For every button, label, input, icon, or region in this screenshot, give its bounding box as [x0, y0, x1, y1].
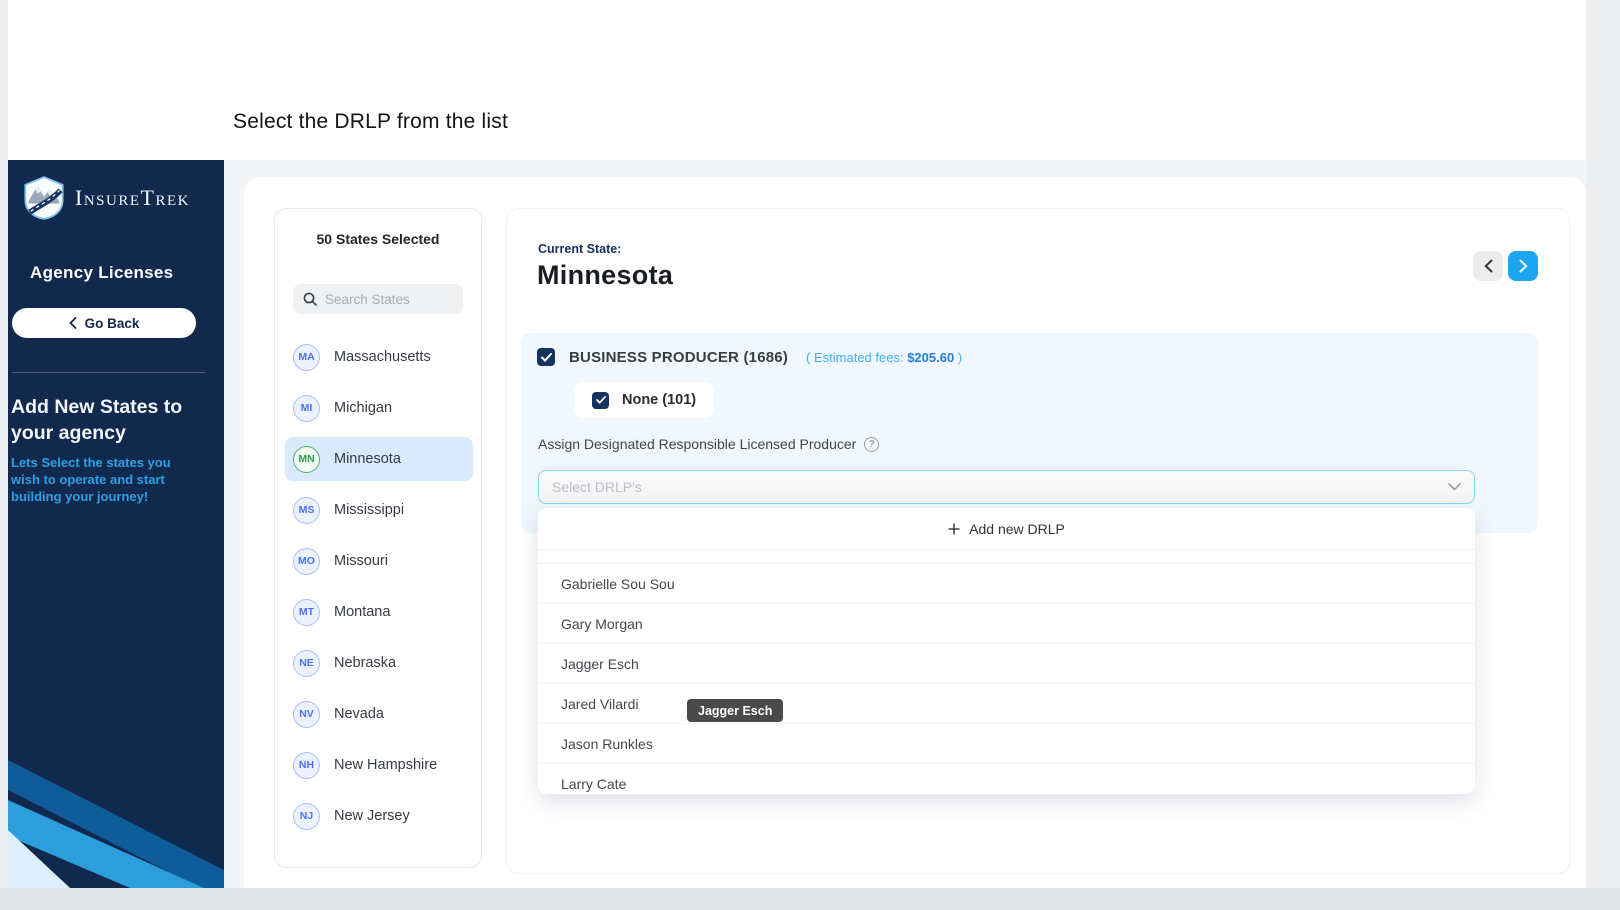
sidebar-decor-stripes [8, 760, 224, 888]
chevron-right-icon [1519, 259, 1528, 273]
add-new-drlp-label: Add new DRLP [969, 520, 1065, 537]
state-name-label: Massachusetts [334, 349, 431, 365]
state-code-badge: MA [293, 343, 320, 371]
brand-logo-row: InsureTrek [22, 176, 190, 220]
state-code-badge: NV [293, 700, 320, 728]
state-list-item[interactable]: MA Massachusetts [285, 335, 473, 379]
assign-drlp-row: Assign Designated Responsible Licensed P… [538, 436, 880, 452]
chevron-left-icon [1483, 259, 1492, 273]
fees-amount: $205.60 [907, 349, 955, 365]
state-name-label: Nevada [334, 706, 384, 722]
state-code-badge: NE [293, 649, 320, 677]
tooltip: Jagger Esch [687, 699, 784, 722]
sidebar-section-title: Agency Licenses [30, 263, 174, 282]
sidebar-promo-text: Lets Select the states you wish to opera… [11, 455, 171, 504]
business-producer-checkbox[interactable] [537, 348, 555, 366]
instruction-text: Select the DRLP from the list [233, 110, 509, 133]
drlp-option-label: Larry Cate [561, 775, 627, 792]
go-back-label: Go Back [84, 315, 140, 331]
check-icon [595, 396, 606, 404]
state-list-item[interactable]: NJ New Jersey [285, 794, 473, 838]
estimated-fees: ( Estimated fees: $205.60 ) [806, 350, 962, 365]
brand-name: InsureTrek [75, 185, 190, 210]
current-state-label: Current State: [538, 242, 622, 256]
state-code-badge: NJ [293, 802, 320, 830]
loa-none-label: None (101) [622, 392, 697, 408]
search-states-input[interactable] [325, 291, 445, 307]
drlp-option[interactable]: Jason Runkles [538, 724, 1475, 764]
right-edge-strip [1586, 0, 1620, 910]
next-state-button[interactable] [1508, 251, 1538, 281]
drlp-option[interactable]: Gabrielle Sou Sou [538, 564, 1475, 604]
drlp-option-list: Gabrielle Sou Sou Gary Morgan Jagger Esc… [538, 564, 1475, 794]
states-panel-title: 50 States Selected [316, 231, 440, 247]
state-code-badge: MN [293, 445, 320, 473]
assign-drlp-label: Assign Designated Responsible Licensed P… [538, 436, 857, 452]
state-list-item[interactable]: NH New Hampshire [285, 743, 473, 787]
state-list-item[interactable]: MT Montana [285, 590, 473, 634]
chevron-down-icon [1448, 483, 1461, 491]
state-name-label: Montana [334, 604, 391, 620]
drlp-select-input[interactable]: Select DRLP's [538, 470, 1475, 504]
state-name-label: Missouri [334, 553, 388, 569]
state-list-item[interactable]: MS Mississippi [285, 488, 473, 532]
drlp-option[interactable]: Jagger Esch [538, 644, 1475, 684]
state-code-badge: MS [293, 496, 320, 524]
drlp-option[interactable]: Larry Cate [538, 764, 1475, 794]
state-code-badge: MT [293, 598, 320, 626]
bottom-edge-bar [0, 888, 1620, 910]
states-panel: 50 States Selected MA Massachusetts MI M… [274, 208, 482, 868]
search-states-box [293, 284, 463, 314]
previous-state-button[interactable] [1473, 251, 1503, 281]
state-code-badge: MO [293, 547, 320, 575]
fees-suffix: ) [954, 349, 963, 365]
drlp-option[interactable]: Jared Vilardi [538, 684, 1475, 724]
check-icon [540, 352, 552, 362]
state-name-label: Minnesota [334, 451, 401, 467]
help-icon[interactable] [864, 436, 880, 452]
drlp-option-label: Jared Vilardi [561, 695, 639, 712]
state-detail-panel: Current State: Minnesota BUSINESS PRODUC… [506, 208, 1570, 874]
go-back-button[interactable]: Go Back [12, 308, 196, 338]
business-producer-label: BUSINESS PRODUCER (1686) [569, 348, 789, 366]
sidebar-divider [12, 372, 206, 373]
drlp-select-placeholder: Select DRLP's [552, 479, 642, 495]
state-list-item[interactable]: MN Minnesota [285, 437, 473, 481]
loa-none-chip: None (101) [574, 382, 715, 418]
loa-none-checkbox[interactable] [592, 391, 609, 409]
add-new-drlp-option[interactable]: Add new DRLP [538, 508, 1475, 550]
state-list: MA Massachusetts MI Michigan MN Minnesot… [275, 335, 481, 845]
state-list-item[interactable]: NV Nevada [285, 692, 473, 736]
dropdown-spacer-row [538, 550, 1475, 564]
sidebar-promo-title: Add New States to your agency [11, 396, 183, 444]
business-producer-panel: BUSINESS PRODUCER (1686) ( Estimated fee… [521, 333, 1538, 533]
drlp-option-label: Jason Runkles [561, 735, 653, 752]
state-name-label: New Jersey [334, 808, 410, 824]
state-name-label: Michigan [334, 400, 393, 416]
business-producer-row: BUSINESS PRODUCER (1686) ( Estimated fee… [537, 348, 962, 366]
state-code-badge: NH [293, 751, 320, 779]
state-list-item[interactable]: MI Michigan [285, 386, 473, 430]
state-name-label: Mississippi [334, 502, 405, 518]
current-state-name: Minnesota [537, 260, 674, 290]
plus-icon [948, 523, 960, 534]
fees-prefix: ( Estimated fees: [806, 349, 908, 365]
search-icon [303, 292, 317, 306]
drlp-option-label: Jagger Esch [561, 655, 639, 672]
drlp-dropdown: Add new DRLP Gabrielle Sou Sou Gary Morg… [538, 508, 1475, 794]
state-name-label: Nebraska [334, 655, 397, 671]
sidebar: InsureTrek Agency Licenses Go Back Add N… [8, 160, 224, 888]
insuretrek-shield-icon [24, 176, 64, 220]
state-list-item[interactable]: MO Missouri [285, 539, 473, 583]
state-list-item[interactable]: NE Nebraska [285, 641, 473, 685]
drlp-option[interactable]: Gary Morgan [538, 604, 1475, 644]
left-edge-strip [0, 0, 8, 910]
state-name-label: New Hampshire [334, 757, 438, 773]
drlp-option-label: Gabrielle Sou Sou [561, 575, 675, 592]
chevron-left-icon [68, 317, 77, 329]
state-code-badge: MI [293, 394, 320, 422]
drlp-option-label: Gary Morgan [561, 615, 643, 632]
